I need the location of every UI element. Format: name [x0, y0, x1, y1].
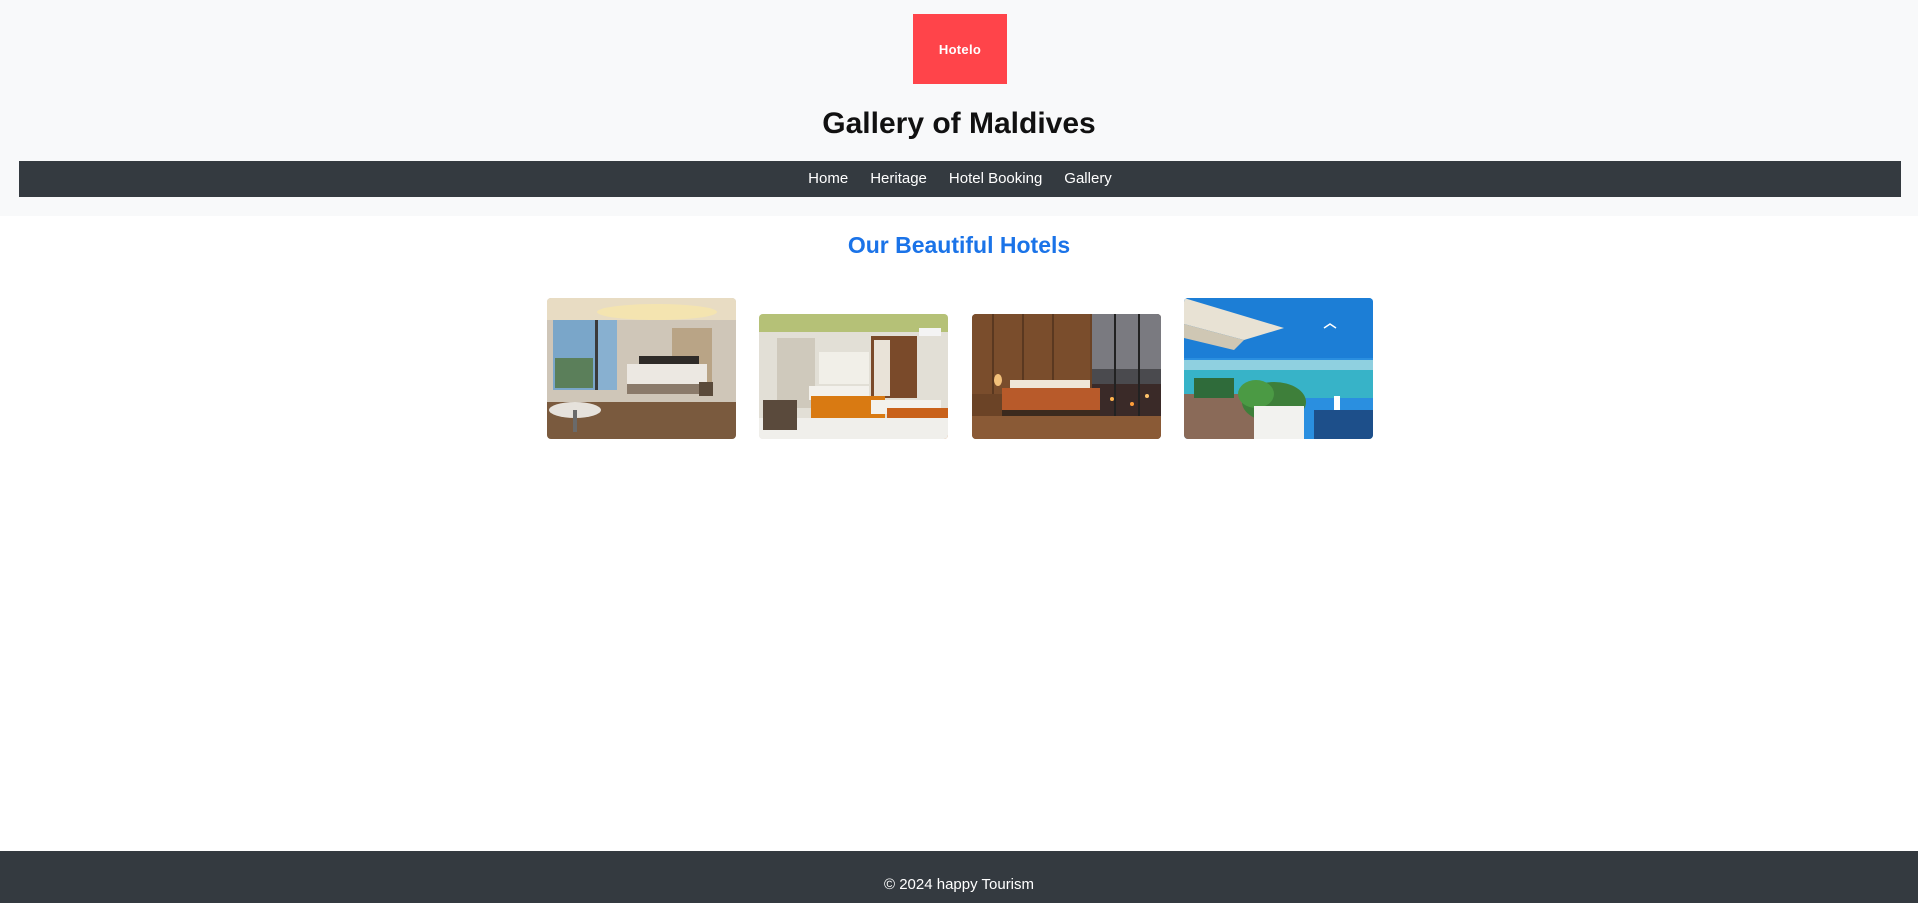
nav-link-hotel-booking[interactable]: Hotel Booking — [949, 161, 1042, 197]
page-title: Gallery of Maldives — [822, 107, 1096, 140]
site-footer: © 2024 happy Tourism — [0, 851, 1918, 903]
section-title: Our Beautiful Hotels — [847, 232, 1071, 258]
nav-link-heritage[interactable]: Heritage — [870, 161, 927, 197]
gallery-image-twin-bed-room[interactable] — [759, 314, 948, 439]
gallery-image-hotel-room-window[interactable] — [547, 298, 736, 439]
gallery-image-sea-view-terrace[interactable] — [1184, 298, 1373, 439]
main-nav: Home Heritage Hotel Booking Gallery — [19, 161, 1901, 197]
logo[interactable]: Hotelo — [913, 14, 1007, 84]
nav-link-home[interactable]: Home — [808, 161, 848, 197]
footer-copyright: © 2024 happy Tourism — [883, 876, 1035, 893]
logo-text: Hotelo — [938, 41, 982, 57]
gallery-image-wood-room-city-view[interactable] — [972, 314, 1161, 439]
nav-link-gallery[interactable]: Gallery — [1064, 161, 1112, 197]
site-header: Hotelo Gallery of Maldives Home Heritage… — [0, 0, 1918, 216]
page: Hotelo Gallery of Maldives Home Heritage… — [0, 0, 1918, 903]
